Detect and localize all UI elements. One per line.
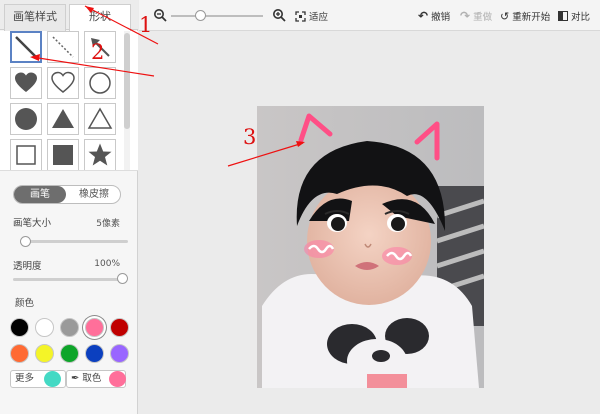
annotation-number-2: 2	[91, 40, 105, 64]
color-swatch-gray[interactable]	[60, 318, 79, 337]
zoom-in-icon[interactable]	[272, 8, 286, 25]
color-picker-label: 取色	[82, 373, 102, 384]
fit-button[interactable]: 适应	[295, 9, 328, 23]
shape-square-filled[interactable]	[47, 139, 79, 170]
photo-canvas[interactable]	[257, 106, 484, 388]
opacity-value: 100%	[94, 259, 120, 269]
star-filled-icon	[88, 143, 112, 166]
fit-icon	[295, 10, 306, 22]
brush-size-label: 画笔大小	[13, 218, 52, 229]
annotation-number-3: 3	[243, 125, 257, 149]
compare-button[interactable]: 对比	[558, 9, 590, 23]
opacity-knob[interactable]	[117, 273, 128, 284]
color-picker-button[interactable]: ✒ 取色	[66, 370, 126, 388]
line-icon	[15, 36, 37, 58]
scrollbar-thumb[interactable]	[124, 33, 130, 129]
color-swatch-green[interactable]	[60, 344, 79, 363]
color-swatch-black[interactable]	[10, 318, 29, 337]
restart-button[interactable]: ↺ 重新开始	[500, 9, 551, 24]
shape-circle-filled[interactable]	[10, 103, 42, 135]
redo-icon: ↷	[460, 9, 471, 23]
color-swatch-yellow[interactable]	[35, 344, 54, 363]
restart-icon: ↺	[500, 9, 510, 23]
more-colors-button[interactable]: 更多	[10, 370, 66, 388]
circle-outline-icon	[89, 72, 111, 94]
eyedropper-icon: ✒	[71, 373, 80, 384]
square-filled-icon	[53, 145, 73, 165]
child-photo	[257, 106, 484, 388]
picked-color-preview	[109, 371, 126, 387]
annotation-number-1: 1	[139, 13, 153, 37]
redo-label: 重做	[473, 12, 493, 23]
more-color-preview	[44, 371, 61, 387]
color-swatch-red[interactable]	[110, 318, 129, 337]
brush-size-value: 5像素	[96, 219, 120, 229]
heart-outline-icon	[51, 71, 75, 93]
undo-label: 撤销	[431, 12, 451, 23]
brush-mode-button[interactable]: 画笔	[14, 186, 66, 203]
top-toolbar: 适应 ↶ 撤销 ↷ 重做 ↺ 重新开始 对比	[139, 0, 600, 31]
restart-label: 重新开始	[512, 12, 551, 23]
opacity-slider[interactable]	[13, 278, 123, 281]
color-swatch-pink[interactable]	[85, 318, 104, 337]
fit-label: 适应	[309, 12, 329, 23]
zoom-out-icon[interactable]	[153, 8, 167, 25]
redo-button[interactable]: ↷ 重做	[460, 9, 492, 23]
color-swatch-orange[interactable]	[10, 344, 29, 363]
heart-filled-icon	[15, 72, 37, 92]
color-swatch-white[interactable]	[35, 318, 54, 337]
brush-size-slider[interactable]	[20, 240, 128, 243]
shape-grid	[0, 31, 138, 171]
zoom-knob[interactable]	[195, 10, 206, 21]
shape-triangle-outline[interactable]	[84, 103, 116, 135]
color-swatch-blue[interactable]	[85, 344, 104, 363]
shape-line[interactable]	[10, 31, 42, 63]
color-swatch-purple[interactable]	[110, 344, 129, 363]
undo-button[interactable]: ↶ 撤销	[418, 9, 450, 23]
shape-star[interactable]	[84, 139, 116, 170]
shape-heart-outline[interactable]	[47, 67, 79, 99]
brush-eraser-toggle: 画笔 橡皮擦	[13, 185, 121, 204]
color-label: 颜色	[15, 298, 35, 309]
compare-icon	[558, 11, 568, 21]
shape-scrollbar[interactable]	[124, 31, 130, 170]
triangle-filled-icon	[52, 109, 74, 128]
undo-icon: ↶	[418, 9, 429, 23]
shape-circle-outline[interactable]	[84, 67, 116, 99]
shape-dashed-line[interactable]	[47, 31, 79, 63]
opacity-label: 透明度	[13, 261, 42, 272]
shape-heart-filled[interactable]	[10, 67, 42, 99]
circle-filled-icon	[15, 108, 37, 130]
eraser-mode-button[interactable]: 橡皮擦	[68, 186, 120, 203]
more-colors-label: 更多	[15, 373, 35, 384]
compare-label: 对比	[571, 12, 591, 23]
zoom-slider[interactable]	[171, 15, 263, 17]
dashed-line-icon	[52, 36, 74, 58]
shape-triangle-filled[interactable]	[47, 103, 79, 135]
brush-size-knob[interactable]	[20, 236, 32, 247]
tab-brush-style[interactable]: 画笔样式	[4, 4, 66, 31]
tab-shapes[interactable]: 形状	[69, 4, 131, 31]
square-outline-icon	[16, 145, 36, 165]
triangle-outline-icon	[87, 107, 113, 129]
left-panel: 画笔样式 形状 画笔 橡皮擦 画笔大小 5像素 透明度 100% 颜色 更多 ✒…	[0, 0, 138, 414]
tab-bar: 画笔样式 形状	[0, 0, 138, 31]
shape-square-outline[interactable]	[10, 139, 42, 170]
